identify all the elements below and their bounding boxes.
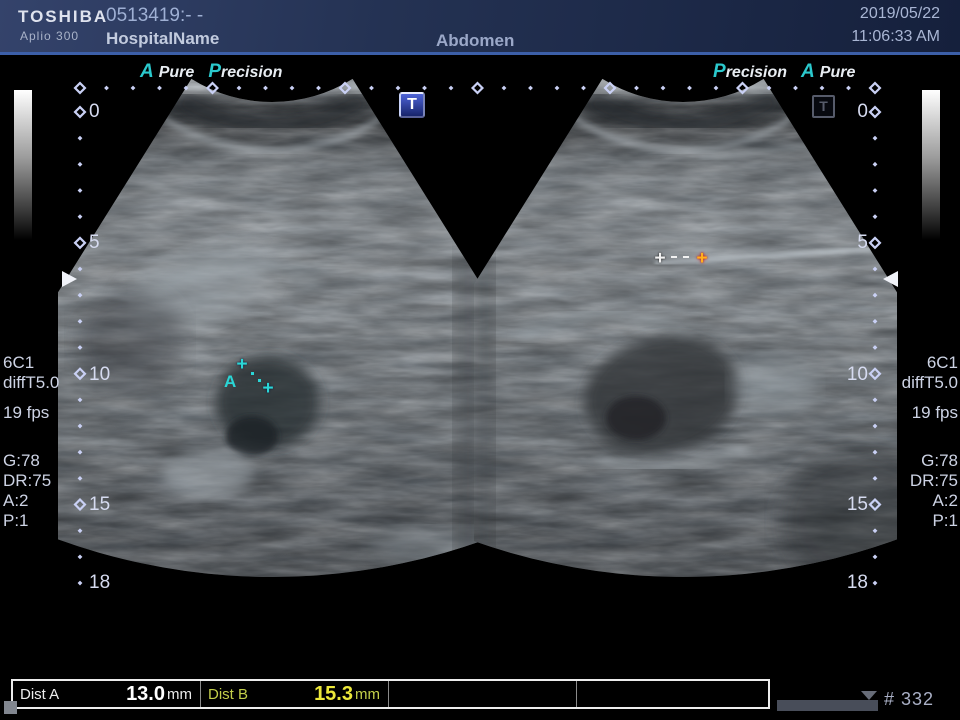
depth-label-18-right: 18 (847, 572, 868, 594)
caliper-b1-cross[interactable]: + (655, 248, 666, 269)
ultrasound-screen: TOSHIBA Aplio 300 0513419:- - HospitalNa… (0, 0, 960, 720)
dynrange-label: DR:75 (3, 471, 59, 491)
focus-marker-left (62, 271, 77, 287)
badge-text: recision (726, 64, 787, 81)
apure-precision-badge-left: A Pure Precision (140, 61, 282, 81)
frame-counter: # 332 (884, 689, 934, 710)
depth-label-0-left: 0 (89, 101, 100, 123)
persist-label: P:1 (902, 511, 958, 531)
preset-label: diffT5.0 (3, 373, 59, 393)
grayscale-bar-right (922, 90, 940, 240)
badge-letter: A (801, 61, 815, 82)
caliper-a-dot (251, 372, 254, 375)
header-bar: TOSHIBA Aplio 300 0513419:- - HospitalNa… (0, 0, 960, 55)
exam-preset-label: Abdomen (436, 31, 514, 51)
probe-orientation-marker-right: T (812, 95, 835, 118)
badge-text: Pure (820, 64, 856, 81)
grayscale-bar-left (14, 90, 32, 240)
badge-letter: P (208, 61, 221, 82)
dist-a-label: Dist A (13, 686, 59, 703)
depth-label-0-right: 0 (857, 101, 868, 123)
measurement-results-bar: Dist A 13.0 mm Dist B 15.3 mm (11, 679, 770, 709)
framerate-label: 19 fps (3, 403, 59, 423)
depth-label-18-left: 18 (89, 572, 110, 594)
caliper-a2-cross[interactable]: + (263, 378, 274, 399)
bodymark-placeholder (4, 701, 17, 714)
caliper-b-dash (671, 256, 677, 258)
depth-label-5-right: 5 (857, 232, 868, 254)
hospital-name: HospitalName (106, 29, 219, 49)
badge-text: recision (221, 64, 282, 81)
result-cell-empty (389, 681, 577, 707)
caliper-b-dash (683, 256, 689, 258)
dist-b-label: Dist B (201, 686, 248, 703)
depth-label-15-left: 15 (89, 494, 110, 516)
dist-b-value: 15.3 (314, 683, 353, 706)
caliper-b2-cross-active[interactable]: + (697, 248, 708, 269)
dynrange-label: DR:75 (902, 471, 958, 491)
right-scan-fan (474, 56, 940, 590)
toshiba-logo: TOSHIBA (18, 7, 108, 27)
cine-scrollbar[interactable] (777, 700, 878, 711)
exam-time: 11:06:33 AM (851, 28, 940, 46)
framerate-label: 19 fps (902, 403, 958, 423)
depth-label-15-right: 15 (847, 494, 868, 516)
cine-scroll-indicator[interactable] (861, 691, 877, 700)
patient-id: 0513419:- - (106, 5, 203, 27)
result-cell-empty (577, 681, 768, 707)
preset-label: diffT5.0 (902, 373, 958, 393)
persist-label: P:1 (3, 511, 59, 531)
caliper-a1-cross[interactable]: + (237, 354, 248, 375)
depth-label-10-left: 10 (89, 364, 110, 386)
badge-letter: A (140, 61, 154, 82)
dist-a-value: 13.0 (126, 683, 165, 706)
gain-label: G:78 (902, 451, 958, 471)
model-label: Aplio 300 (20, 29, 79, 43)
depth-label-5-left: 5 (89, 232, 100, 254)
dist-b-result: Dist B 15.3 mm (201, 681, 389, 707)
caliper-a-label: A (224, 372, 236, 392)
precision-apure-badge-right: Precision A Pure (713, 61, 855, 81)
dist-b-unit: mm (353, 686, 388, 703)
aperture-label: A:2 (3, 491, 59, 511)
dist-a-result: Dist A 13.0 mm (13, 681, 201, 707)
gain-label: G:78 (3, 451, 59, 471)
probe-orientation-marker-left: T (399, 92, 425, 118)
badge-letter: P (713, 61, 726, 82)
exam-date: 2019/05/22 (860, 5, 940, 23)
imaging-params-right: 6C1 diffT5.0 19 fps G:78 DR:75 A:2 P:1 (902, 353, 958, 531)
focus-marker-right (883, 271, 898, 287)
dist-a-unit: mm (165, 686, 200, 703)
imaging-params-left: 6C1 diffT5.0 19 fps G:78 DR:75 A:2 P:1 (3, 353, 59, 531)
probe-label: 6C1 (902, 353, 958, 373)
probe-label: 6C1 (3, 353, 59, 373)
depth-label-10-right: 10 (847, 364, 868, 386)
badge-text: Pure (159, 64, 195, 81)
caliper-a-dot (258, 379, 261, 382)
aperture-label: A:2 (902, 491, 958, 511)
left-scan-fan (58, 56, 510, 586)
